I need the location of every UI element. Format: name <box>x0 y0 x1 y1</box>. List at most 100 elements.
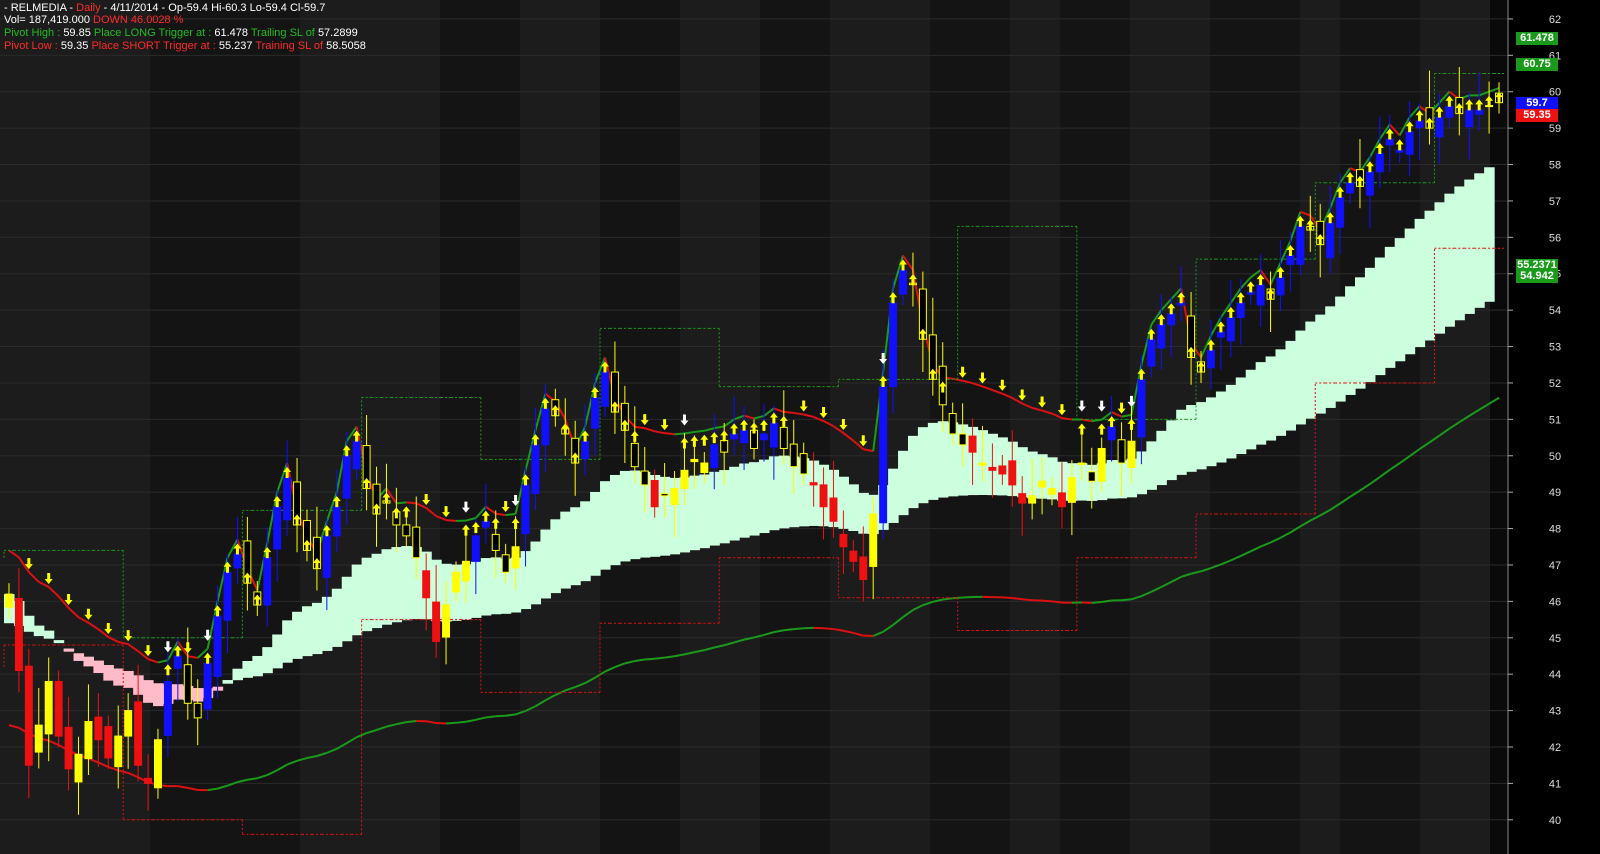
candle-body <box>988 466 997 471</box>
cloud-segment <box>1354 277 1366 389</box>
candle-body <box>779 426 788 449</box>
cloud-segment <box>1285 340 1296 431</box>
cloud-segment <box>540 529 551 599</box>
candle-body <box>799 453 808 475</box>
candle-body <box>352 440 361 470</box>
cloud-segment <box>33 625 45 637</box>
candle-body <box>789 443 798 468</box>
candle-body <box>64 726 73 770</box>
upper-band-line <box>634 425 645 430</box>
candle-body <box>422 570 431 599</box>
candle-body <box>1048 488 1056 495</box>
candle-body <box>531 444 540 495</box>
cloud-segment <box>83 656 95 667</box>
candle-body <box>332 506 341 537</box>
candle-body <box>24 665 33 766</box>
pivot-high-label: Pivot High : <box>4 27 61 39</box>
lower-band-line <box>644 657 655 661</box>
candle-body <box>4 593 13 608</box>
cloud-segment <box>1394 238 1406 362</box>
candle-body <box>233 553 242 569</box>
lower-band-line <box>1121 598 1132 602</box>
candle-body <box>581 440 590 460</box>
candle-body <box>1336 196 1345 228</box>
candle-body <box>1216 331 1225 338</box>
y-tick-label: 45 <box>1549 633 1561 645</box>
candle-body <box>263 557 272 606</box>
candle-body <box>769 422 778 448</box>
cloud-segment <box>1374 257 1386 376</box>
candle-body <box>1256 284 1265 306</box>
candle-body <box>471 535 480 562</box>
candle-body <box>432 601 441 642</box>
candle-body <box>720 439 729 453</box>
y-tick-label: 43 <box>1549 706 1561 718</box>
candle-body <box>1385 138 1394 146</box>
candle-body <box>690 458 699 463</box>
cloud-segment <box>1404 228 1416 355</box>
cloud-segment <box>1434 202 1445 334</box>
y-tick-label: 62 <box>1549 14 1561 26</box>
candle-body <box>94 716 103 741</box>
cloud-segment <box>739 463 750 538</box>
cloud-segment <box>1345 286 1356 395</box>
candle-body <box>124 710 133 737</box>
y-tick-label: 52 <box>1549 378 1561 390</box>
candle-body <box>1117 439 1126 464</box>
candle-body <box>899 269 907 295</box>
candle-body <box>879 386 888 524</box>
header-line-4: Pivot Low : 59.35 Place SHORT Trigger at… <box>4 40 366 53</box>
upper-band-line <box>783 410 794 414</box>
cloud-segment <box>590 491 601 576</box>
cloud-segment <box>848 484 859 531</box>
candle-body <box>968 435 977 453</box>
candle-body <box>1415 120 1424 128</box>
cloud-segment <box>1106 460 1118 499</box>
cloud-segment <box>1474 173 1485 308</box>
upper-band-line <box>396 501 407 505</box>
candle-body <box>74 753 83 783</box>
candle-body <box>1286 255 1295 265</box>
period-label: Daily <box>76 2 101 14</box>
cloud-segment <box>361 557 373 632</box>
candle-body <box>809 482 818 486</box>
upper-band-line <box>1061 417 1073 421</box>
candle-body <box>700 462 709 474</box>
y-tick-label: 46 <box>1549 596 1561 608</box>
candle-body <box>114 735 123 768</box>
volume-label: Vol= 187,419.000 <box>4 14 90 26</box>
candle-body <box>1375 153 1384 173</box>
lower-band-line <box>664 655 675 659</box>
cloud-segment <box>1424 210 1436 341</box>
candle-body <box>173 655 182 669</box>
candle-body <box>541 407 550 446</box>
candle-body <box>650 480 659 508</box>
direction-label: DOWN 46.0028 % <box>93 14 184 26</box>
cloud-segment <box>153 683 164 707</box>
cloud-segment <box>272 634 283 669</box>
cloud-segment <box>749 462 760 536</box>
cloud-segment <box>898 450 909 516</box>
candle-body <box>859 556 868 581</box>
candle-body <box>1346 182 1355 194</box>
cloud-segment <box>600 481 611 570</box>
candle-body <box>1077 462 1086 465</box>
candle-body <box>948 413 957 435</box>
price-tag: 61.478 <box>1516 31 1558 45</box>
cloud-segment <box>699 474 710 549</box>
cloud-segment <box>1414 218 1426 348</box>
candle-body <box>491 533 500 551</box>
candle-body <box>412 526 421 559</box>
candle-body <box>1167 313 1176 326</box>
cloud-segment <box>560 511 571 589</box>
cloud-segment <box>1245 369 1257 450</box>
y-tick-label: 47 <box>1549 560 1561 572</box>
candle-body <box>849 550 858 562</box>
cloud-segment <box>609 474 621 566</box>
symbol-label: - RELMEDIA - <box>4 2 74 14</box>
long-trigger-value: 61.478 <box>214 27 249 39</box>
candle-body <box>1107 426 1116 441</box>
lower-band-line <box>485 715 496 719</box>
lower-band-line <box>1091 601 1102 604</box>
upper-band-line <box>495 512 506 517</box>
